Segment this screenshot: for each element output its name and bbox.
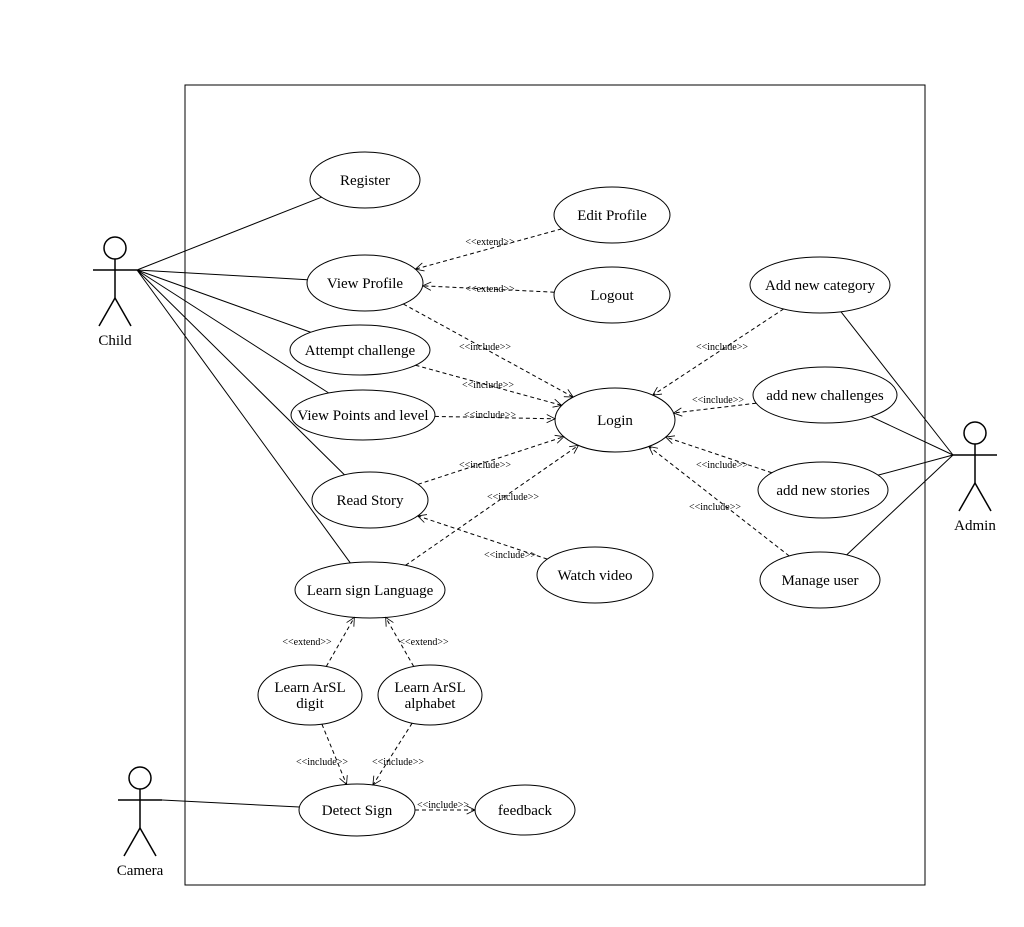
usecase-label-learn_alpha: alphabet — [405, 696, 457, 712]
dependency-label-learn_sign-login: <<include>> — [487, 492, 539, 503]
dependency-label-read_story-login: <<include>> — [459, 460, 511, 471]
usecase-attempt: Attempt challenge — [290, 325, 430, 375]
use-case-diagram: Child Camera Admin Register Edit Profile View… — [0, 0, 1024, 927]
association-child-view_profile — [137, 270, 307, 280]
association-child-read_story — [137, 270, 345, 475]
usecase-learn_alpha: Learn ArSLalphabet — [378, 665, 482, 725]
dependency-learn_alpha-detect_sign — [373, 723, 412, 785]
dependency-label-learn_digit-learn_sign: <<extend>> — [282, 637, 332, 648]
usecase-register: Register — [310, 152, 420, 208]
usecase-label-view_points: View Points and level — [297, 408, 428, 424]
usecase-label-detect_sign: Detect Sign — [322, 803, 393, 819]
association-child-view_points — [137, 270, 329, 393]
actor-child: Child — [93, 237, 137, 349]
usecase-label-manage_user: Manage user — [781, 573, 858, 589]
usecase-label-register: Register — [340, 173, 390, 189]
usecase-label-add_stories: add new stories — [776, 483, 869, 499]
usecase-view_points: View Points and level — [291, 390, 435, 440]
dependency-label-manage_user-login: <<include>> — [689, 502, 741, 513]
dependency-label-watch_video-read_story: <<include>> — [484, 550, 536, 561]
usecase-add_stories: add new stories — [758, 462, 888, 518]
dependency-label-attempt-login: <<include>> — [462, 380, 514, 391]
usecase-label-add_chal: add new challenges — [766, 388, 884, 404]
usecase-label-watch_video: Watch video — [557, 568, 632, 584]
usecase-label-read_story: Read Story — [336, 493, 404, 509]
usecase-label-edit_profile: Edit Profile — [577, 208, 647, 224]
dependency-label-view_profile-login: <<include>> — [459, 342, 511, 353]
association-child-register — [137, 197, 322, 270]
usecase-detect_sign: Detect Sign — [299, 784, 415, 836]
usecase-label-learn_digit: digit — [296, 696, 324, 712]
dependency-label-add_stories-login: <<include>> — [696, 460, 748, 471]
actor-label-child: Child — [98, 333, 132, 349]
actor-label-admin: Admin — [954, 518, 996, 534]
usecase-view_profile: View Profile — [307, 255, 423, 311]
usecase-edit_profile: Edit Profile — [554, 187, 670, 243]
dependency-label-detect_sign-feedback: <<include>> — [417, 800, 469, 811]
usecase-label-add_cat: Add new category — [765, 278, 875, 294]
usecase-label-learn_digit: Learn ArSL — [274, 680, 345, 696]
dependency-label-add_chal-login: <<include>> — [692, 395, 744, 406]
dependency-learn_digit-detect_sign — [322, 724, 347, 784]
usecase-label-view_profile: View Profile — [327, 276, 404, 292]
actor-camera: Camera — [117, 767, 164, 879]
dependency-label-learn_digit-detect_sign: <<include>> — [296, 757, 348, 768]
dependency-edit_profile-view_profile — [415, 229, 561, 269]
usecase-manage_user: Manage user — [760, 552, 880, 608]
usecase-label-logout: Logout — [590, 288, 634, 304]
dependency-label-add_cat-login: <<include>> — [696, 342, 748, 353]
usecase-watch_video: Watch video — [537, 547, 653, 603]
association-admin-add_chal — [871, 417, 953, 455]
dependency-label-logout-view_profile: <<extend>> — [465, 284, 515, 295]
usecase-learn_digit: Learn ArSLdigit — [258, 665, 362, 725]
usecase-add_cat: Add new category — [750, 257, 890, 313]
usecase-feedback: feedback — [475, 785, 575, 835]
usecase-login: Login — [555, 388, 675, 452]
usecase-label-login: Login — [597, 413, 633, 429]
association-child-attempt — [137, 270, 311, 332]
dependency-label-view_points-login: <<include>> — [464, 410, 516, 421]
usecase-label-learn_alpha: Learn ArSL — [394, 680, 465, 696]
usecase-label-feedback: feedback — [498, 803, 553, 819]
actor-admin: Admin — [953, 422, 997, 534]
dependency-label-edit_profile-view_profile: <<extend>> — [465, 237, 515, 248]
usecase-label-attempt: Attempt challenge — [305, 343, 416, 359]
usecase-logout: Logout — [554, 267, 670, 323]
dependency-label-learn_alpha-detect_sign: <<include>> — [372, 757, 424, 768]
dependency-label-learn_alpha-learn_sign: <<extend>> — [399, 637, 449, 648]
usecase-learn_sign: Learn sign Language — [295, 562, 445, 618]
actor-label-camera: Camera — [117, 863, 164, 879]
usecase-label-learn_sign: Learn sign Language — [307, 583, 434, 599]
usecase-add_chal: add new challenges — [753, 367, 897, 423]
association-camera-detect_sign — [162, 800, 299, 807]
usecase-read_story: Read Story — [312, 472, 428, 528]
